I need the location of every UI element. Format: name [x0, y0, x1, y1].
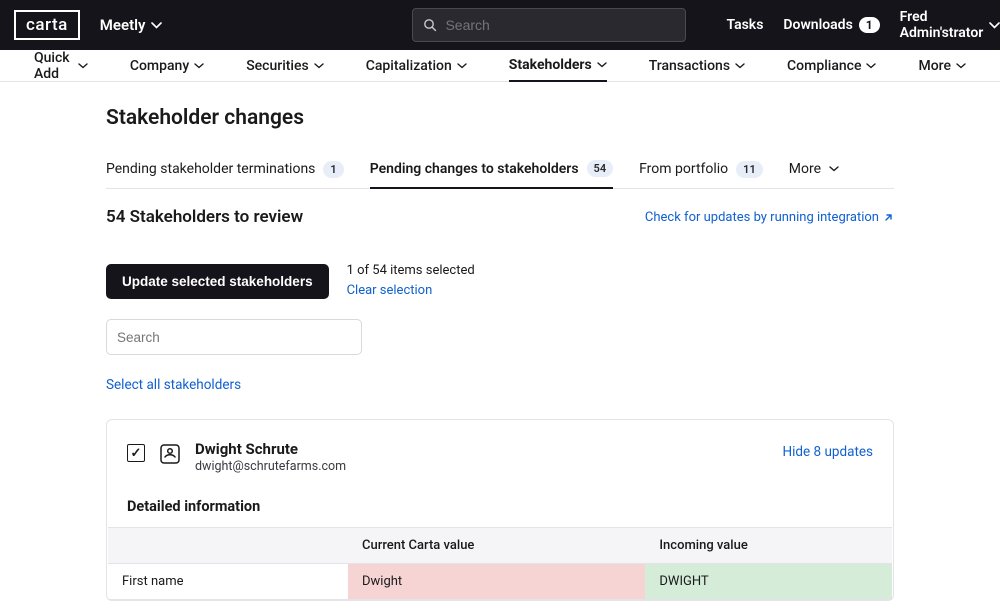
- tab-label: Pending stakeholder terminations: [106, 161, 315, 177]
- logo[interactable]: carta: [14, 10, 80, 40]
- search-icon: [423, 18, 437, 32]
- global-search-wrap: [412, 8, 686, 42]
- chevron-down-icon: [956, 63, 966, 69]
- card-header: ✓ Dwight Schrute dwight@schrutefarms.com…: [107, 440, 893, 474]
- chevron-down-icon: [78, 63, 88, 69]
- col-current-header: Current Carta value: [348, 528, 645, 564]
- nav-securities[interactable]: Securities: [246, 50, 324, 82]
- chevron-down-icon: [866, 63, 876, 69]
- downloads-count-badge: 1: [859, 17, 880, 33]
- nav-quick-add[interactable]: Quick Add: [34, 50, 88, 82]
- tab-label: More: [789, 161, 821, 177]
- chevron-down-icon: [989, 22, 1000, 29]
- tab-from-portfolio[interactable]: From portfolio 11: [639, 161, 763, 188]
- tab-count-badge: 1: [323, 161, 343, 178]
- stakeholder-name: Dwight Schrute: [195, 440, 346, 458]
- nav-label: Stakeholders: [509, 57, 592, 73]
- org-name: Meetly: [100, 16, 146, 34]
- selection-count-text: 1 of 54 items selected: [347, 261, 475, 281]
- detail-table: Current Carta value Incoming value First…: [108, 527, 892, 600]
- downloads-link[interactable]: Downloads 1: [783, 17, 879, 33]
- org-switcher[interactable]: Meetly: [100, 16, 163, 34]
- tab-label: From portfolio: [639, 161, 728, 177]
- chevron-down-icon: [457, 63, 467, 69]
- tasks-link[interactable]: Tasks: [726, 17, 763, 33]
- nav-company[interactable]: Company: [130, 50, 204, 82]
- link-label: Check for updates by running integration: [645, 210, 879, 225]
- row-current-value: Dwight: [348, 564, 645, 600]
- row-label: First name: [108, 564, 348, 600]
- stakeholder-email: dwight@schrutefarms.com: [195, 459, 346, 474]
- nav-label: Quick Add: [34, 50, 73, 82]
- downloads-label: Downloads: [783, 17, 852, 33]
- top-header: carta Meetly Tasks Downloads 1 Fred Admi…: [0, 0, 1000, 50]
- stakeholder-identity: Dwight Schrute dwight@schrutefarms.com: [195, 440, 346, 474]
- section-title: 54 Stakeholders to review: [106, 207, 303, 227]
- external-link-icon: [883, 212, 894, 223]
- subtabs: Pending stakeholder terminations 1 Pendi…: [106, 160, 894, 189]
- section-header: 54 Stakeholders to review Check for upda…: [106, 207, 894, 227]
- stakeholder-icon: [159, 443, 181, 465]
- tab-pending-changes[interactable]: Pending changes to stakeholders 54: [370, 160, 613, 189]
- global-search[interactable]: [412, 8, 686, 42]
- select-all-link[interactable]: Select all stakeholders: [106, 377, 241, 393]
- page-title: Stakeholder changes: [106, 106, 894, 130]
- user-menu[interactable]: Fred Admin'strator: [900, 9, 1000, 41]
- tab-label: Pending changes to stakeholders: [370, 161, 579, 177]
- clear-selection-link[interactable]: Clear selection: [347, 281, 475, 301]
- nav-compliance[interactable]: Compliance: [787, 50, 876, 82]
- update-selected-button[interactable]: Update selected stakeholders: [106, 264, 329, 299]
- stakeholder-card: ✓ Dwight Schrute dwight@schrutefarms.com…: [106, 419, 894, 601]
- col-field: [108, 528, 348, 564]
- col-incoming-header: Incoming value: [645, 528, 892, 564]
- chevron-down-icon: [194, 63, 204, 69]
- chevron-down-icon: [735, 63, 745, 69]
- stakeholder-checkbox[interactable]: ✓: [127, 444, 145, 462]
- nav-transactions[interactable]: Transactions: [649, 50, 745, 82]
- selection-info: 1 of 54 items selected Clear selection: [347, 261, 475, 301]
- tab-count-badge: 54: [587, 160, 614, 177]
- tab-more[interactable]: More: [789, 161, 839, 187]
- nav-label: Transactions: [649, 58, 730, 74]
- chevron-down-icon: [314, 63, 324, 69]
- nav-capitalization[interactable]: Capitalization: [366, 50, 467, 82]
- tab-pending-terminations[interactable]: Pending stakeholder terminations 1: [106, 161, 344, 188]
- hide-updates-link[interactable]: Hide 8 updates: [783, 444, 874, 460]
- nav-label: Capitalization: [366, 58, 452, 74]
- nav-label: Securities: [246, 58, 309, 74]
- row-incoming-value: DWIGHT: [645, 564, 892, 600]
- global-search-input[interactable]: [445, 17, 675, 33]
- user-name: Fred Admin'strator: [900, 9, 984, 41]
- nav-label: Company: [130, 58, 189, 74]
- nav-label: More: [918, 58, 951, 74]
- page-content: Stakeholder changes Pending stakeholder …: [0, 106, 1000, 601]
- detail-section-title: Detailed information: [127, 498, 873, 515]
- actions-row: Update selected stakeholders 1 of 54 ite…: [106, 261, 894, 301]
- table-header-row: Current Carta value Incoming value: [108, 528, 892, 564]
- stakeholder-search-input[interactable]: [106, 319, 362, 355]
- chevron-down-icon: [151, 22, 162, 29]
- chevron-down-icon: [597, 62, 607, 68]
- tab-count-badge: 11: [736, 161, 763, 178]
- chevron-down-icon: [829, 166, 839, 172]
- nav-label: Compliance: [787, 58, 861, 74]
- nav-more[interactable]: More: [918, 50, 966, 82]
- table-row: First name Dwight DWIGHT: [108, 564, 892, 600]
- check-updates-link[interactable]: Check for updates by running integration: [645, 210, 894, 225]
- secondary-nav: Quick Add Company Securities Capitalizat…: [0, 50, 1000, 82]
- nav-stakeholders[interactable]: Stakeholders: [509, 50, 607, 82]
